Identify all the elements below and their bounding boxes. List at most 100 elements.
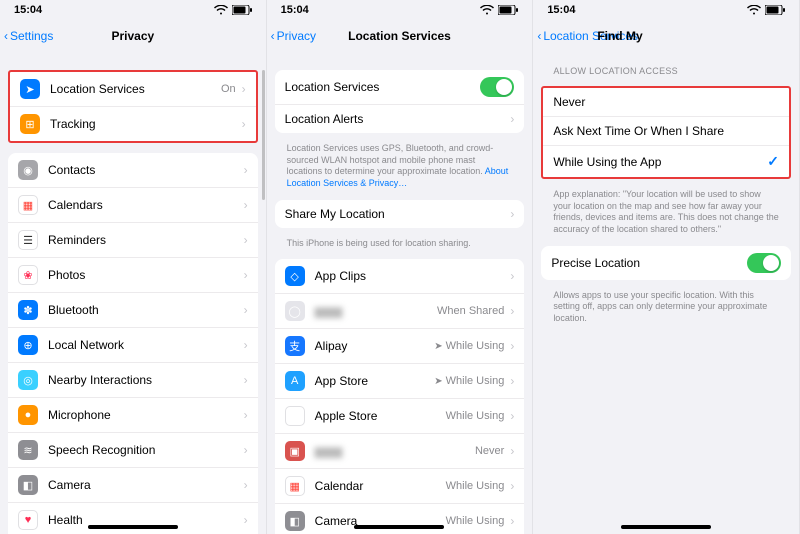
footnote-text: Location Services uses GPS, Bluetooth, a…	[287, 143, 494, 176]
chevron-right-icon: ›	[244, 338, 248, 352]
row-label: Contacts	[48, 163, 242, 177]
chevron-right-icon: ›	[244, 373, 248, 387]
row-precise-location[interactable]: Precise Location	[541, 246, 791, 280]
option-while-using[interactable]: While Using the App ✓	[543, 145, 789, 177]
chevron-right-icon: ›	[510, 374, 514, 388]
row-label: Local Network	[48, 338, 242, 352]
option-never[interactable]: Never	[543, 88, 789, 116]
group-apps: ◇App Clips›◯▆▆▆When Shared›支Alipay➤While…	[275, 259, 525, 534]
row-bluetooth[interactable]: ✽Bluetooth›	[8, 292, 258, 327]
status-bar: 15:04	[533, 0, 799, 18]
battery-icon	[765, 5, 785, 15]
row-app-app-store[interactable]: AApp Store➤While Using›	[275, 363, 525, 398]
toggle-on[interactable]	[747, 253, 781, 273]
group-allow-access: Never Ask Next Time Or When I Share Whil…	[541, 86, 791, 179]
row-calendars[interactable]: ▦Calendars›	[8, 187, 258, 222]
row-label: Location Services	[285, 80, 481, 94]
group-privacy-apps: ◉Contacts›▦Calendars›☰Reminders›❀Photos›…	[8, 153, 258, 534]
row-status: ➤While Using	[434, 375, 504, 387]
app-icon: ◇	[285, 266, 305, 286]
app-icon: ◧	[18, 475, 38, 495]
chevron-right-icon: ›	[510, 479, 514, 493]
row-label: Photos	[48, 268, 242, 282]
app-icon: ♥	[18, 510, 38, 530]
status-time: 15:04	[281, 4, 309, 16]
row-app-apple-store[interactable]: Apple StoreWhile Using›	[275, 398, 525, 433]
row-label: Share My Location	[285, 207, 509, 221]
footnote-precise: Allows apps to use your specific locatio…	[541, 290, 791, 329]
row-label: Camera	[48, 478, 242, 492]
row-app-blurred-[interactable]: ▣▆▆▆Never›	[275, 433, 525, 468]
row-location-alerts[interactable]: Location Alerts ›	[275, 104, 525, 133]
chevron-right-icon: ›	[242, 82, 246, 96]
row-share-my-location[interactable]: Share My Location ›	[275, 200, 525, 228]
content[interactable]: Location Services Location Alerts › Loca…	[267, 54, 533, 534]
footnote-explanation: App explanation: "Your location will be …	[541, 189, 791, 240]
row-app-alipay[interactable]: 支Alipay➤While Using›	[275, 328, 525, 363]
row-status: ➤ While Using	[434, 340, 504, 352]
screen-location-services: 15:04 ‹ Privacy Location Services Locati…	[267, 0, 534, 534]
nav-bar: ‹ Settings Privacy	[0, 18, 266, 54]
row-label: Microphone	[48, 408, 242, 422]
row-camera[interactable]: ◧Camera›	[8, 467, 258, 502]
row-app-calendar[interactable]: ▦CalendarWhile Using›	[275, 468, 525, 503]
nav-bar: ‹ Privacy Location Services	[267, 18, 533, 54]
battery-icon	[232, 5, 252, 15]
row-location-services[interactable]: ➤Location ServicesOn›	[10, 72, 256, 106]
scroll-indicator	[262, 70, 265, 200]
location-arrow-icon: ➤	[434, 341, 442, 352]
app-icon: ◯	[285, 301, 305, 321]
chevron-right-icon: ›	[510, 409, 514, 423]
option-ask-next-time[interactable]: Ask Next Time Or When I Share	[543, 116, 789, 145]
app-icon: ◎	[18, 370, 38, 390]
app-icon: ➤	[20, 79, 40, 99]
row-label: Precise Location	[551, 256, 747, 270]
row-label: Bluetooth	[48, 303, 242, 317]
content[interactable]: ALLOW LOCATION ACCESS Never Ask Next Tim…	[533, 54, 799, 534]
row-contacts[interactable]: ◉Contacts›	[8, 153, 258, 187]
group-ls-toggle: Location Services Location Alerts ›	[275, 70, 525, 133]
toggle-on[interactable]	[480, 77, 514, 97]
content[interactable]: ➤Location ServicesOn›⊞Tracking› ◉Contact…	[0, 54, 266, 534]
home-indicator	[621, 525, 711, 529]
row-nearby-interactions[interactable]: ◎Nearby Interactions›	[8, 362, 258, 397]
status-right	[747, 5, 785, 15]
app-icon: ☰	[18, 230, 38, 250]
status-text: While Using	[446, 480, 505, 492]
group-share-location: Share My Location ›	[275, 200, 525, 228]
screen-find-my: 15:04 ‹ Location Services Find My ALLOW …	[533, 0, 800, 534]
row-app-app-clips[interactable]: ◇App Clips›	[275, 259, 525, 293]
chevron-right-icon: ›	[510, 207, 514, 221]
chevron-right-icon: ›	[244, 163, 248, 177]
row-label: ▆▆▆	[315, 304, 437, 318]
row-app-camera[interactable]: ◧CameraWhile Using›	[275, 503, 525, 534]
row-status: While Using	[446, 480, 505, 492]
row-status: When Shared	[437, 305, 504, 317]
row-label: App Clips	[315, 269, 509, 283]
group-location-tracking: ➤Location ServicesOn›⊞Tracking›	[8, 70, 258, 143]
chevron-right-icon: ›	[510, 304, 514, 318]
row-reminders[interactable]: ☰Reminders›	[8, 222, 258, 257]
checkmark-icon: ✓	[767, 153, 779, 170]
status-text: While Using	[446, 340, 505, 352]
row-microphone[interactable]: ●Microphone›	[8, 397, 258, 432]
row-label: Calendars	[48, 198, 242, 212]
status-time: 15:04	[14, 4, 42, 16]
screen-privacy: 15:04 ‹ Settings Privacy ➤Location Servi…	[0, 0, 267, 534]
chevron-right-icon: ›	[244, 443, 248, 457]
row-speech-recognition[interactable]: ≋Speech Recognition›	[8, 432, 258, 467]
row-location-services-toggle[interactable]: Location Services	[275, 70, 525, 104]
row-label: Calendar	[315, 479, 446, 493]
wifi-icon	[214, 5, 228, 15]
chevron-right-icon: ›	[244, 233, 248, 247]
chevron-right-icon: ›	[244, 268, 248, 282]
row-label: ▆▆▆	[315, 444, 475, 458]
row-tracking[interactable]: ⊞Tracking›	[10, 106, 256, 141]
chevron-right-icon: ›	[244, 513, 248, 527]
row-health[interactable]: ♥Health›	[8, 502, 258, 534]
row-app-blurred-[interactable]: ◯ ▆▆▆When Shared ›	[275, 293, 525, 328]
row-photos[interactable]: ❀Photos›	[8, 257, 258, 292]
row-local-network[interactable]: ⊕Local Network›	[8, 327, 258, 362]
group-precise: Precise Location	[541, 246, 791, 280]
status-right	[480, 5, 518, 15]
